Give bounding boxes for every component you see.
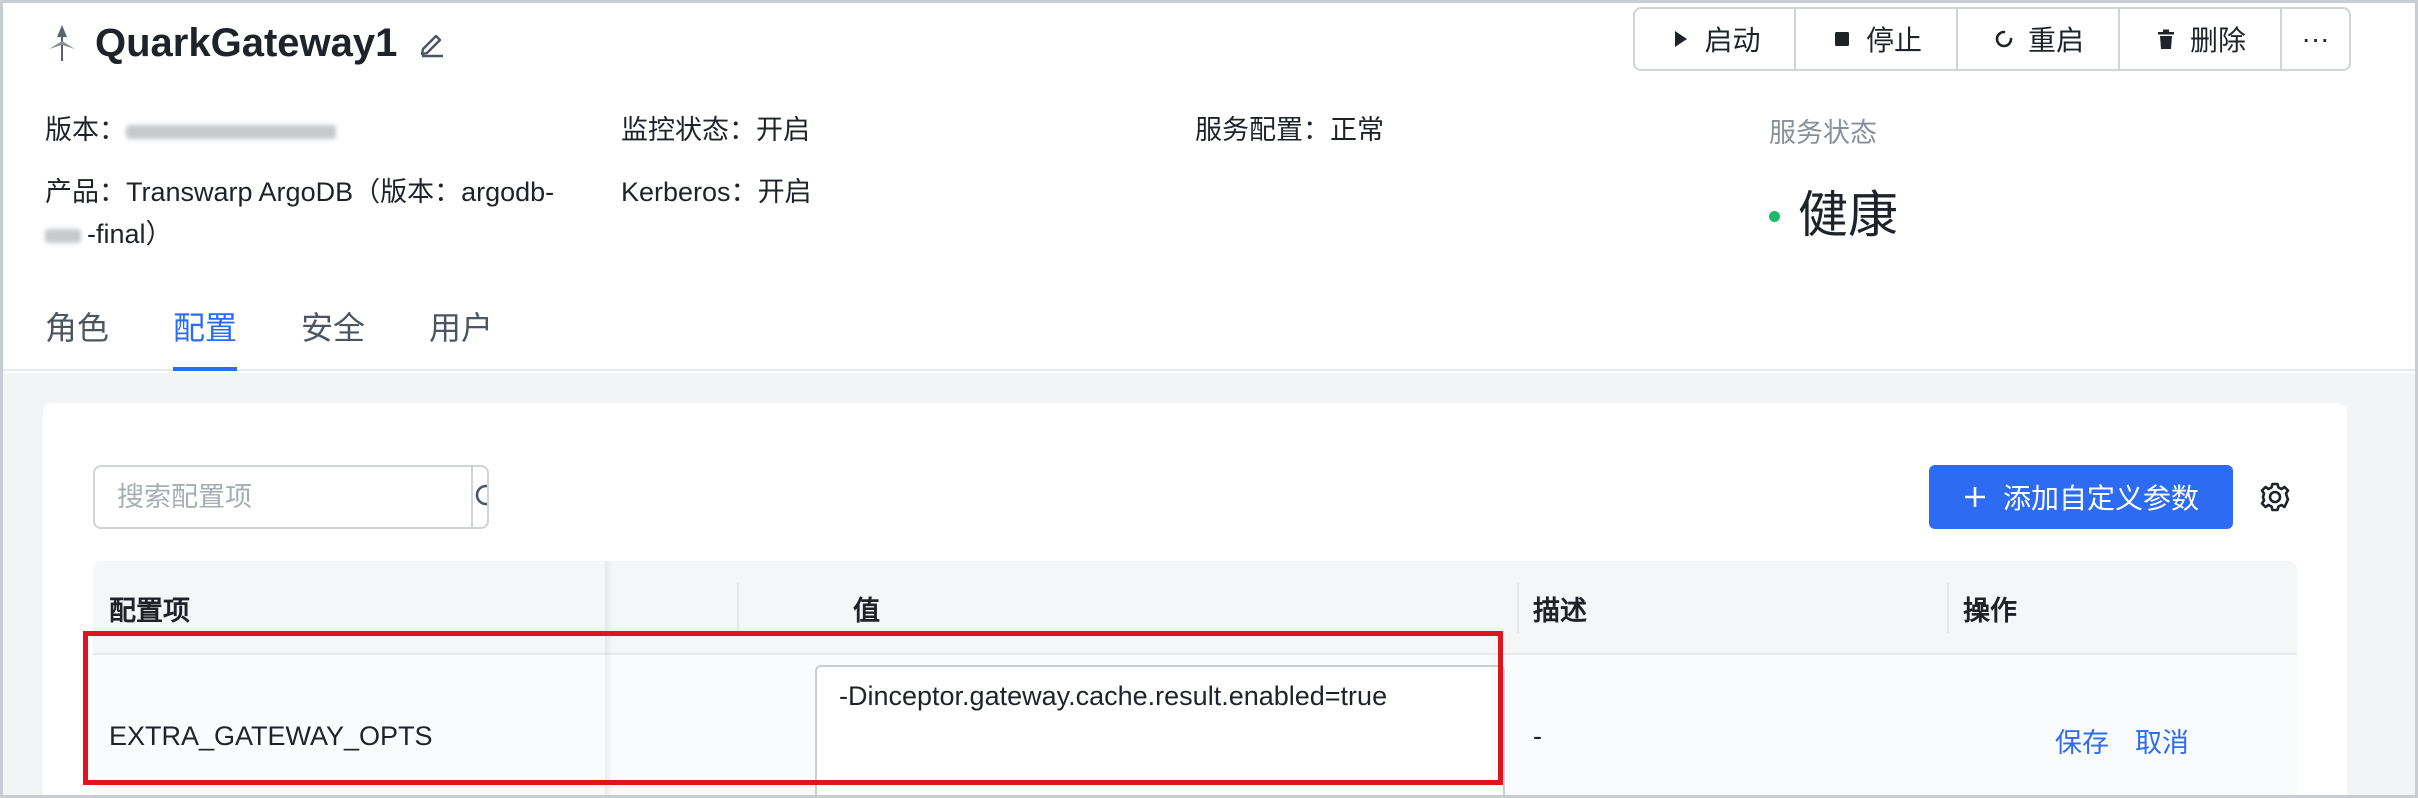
trash-icon <box>2157 29 2174 49</box>
tab-bar: 角色 配置 安全 用户 <box>45 303 557 371</box>
monitor-label: 监控状态： <box>621 115 756 145</box>
stop-icon <box>1834 32 1849 46</box>
action-button-group: 启动 停止 重启 删除 ··· <box>1633 7 2351 71</box>
product-label: 产品： <box>45 177 126 207</box>
config-name-cell: EXTRA_GATEWAY_OPTS <box>109 721 433 751</box>
product-value-line1: Transwarp ArgoDB（版本：argodb- <box>126 177 555 207</box>
product-value-line2: -final） <box>87 219 173 249</box>
start-label: 启动 <box>1704 25 1761 56</box>
service-header: QuarkGateway1 启动 停止 重启 删除 ··· 版本： 监控状态：开… <box>3 3 2415 371</box>
column-header-name: 配置项 <box>109 595 190 626</box>
save-link[interactable]: 保存 <box>2055 721 2109 760</box>
tab-roles[interactable]: 角色 <box>45 303 109 371</box>
restart-icon <box>1995 30 2013 48</box>
search-input[interactable] <box>95 467 471 527</box>
service-config-label: 服务配置： <box>1195 115 1330 145</box>
play-icon <box>1675 31 1688 47</box>
stop-button[interactable]: 停止 <box>1796 9 1958 69</box>
kerberos-value: 开启 <box>757 177 812 207</box>
delete-label: 删除 <box>2189 25 2246 56</box>
add-custom-param-label: 添加自定义参数 <box>2002 483 2199 514</box>
column-header-actions: 操作 <box>1963 595 2017 626</box>
more-button[interactable]: ··· <box>2282 9 2349 69</box>
monitor-info: 监控状态：开启 <box>621 109 810 151</box>
column-separator <box>1947 583 1949 633</box>
service-config-value: 正常 <box>1330 115 1384 145</box>
status-dot <box>1769 210 1780 222</box>
config-description-cell: - <box>1533 721 1542 751</box>
column-header-description: 描述 <box>1533 595 1587 626</box>
service-status-value: 健康 <box>1798 187 1898 243</box>
tab-users[interactable]: 用户 <box>429 303 493 371</box>
sticky-column-shadow <box>605 561 613 795</box>
table-row: EXTRA_GATEWAY_OPTS -Dinceptor.gateway.ca… <box>93 655 2297 795</box>
monitor-value: 开启 <box>756 115 810 145</box>
column-header-value: 值 <box>853 595 880 626</box>
restart-label: 重启 <box>2027 25 2084 56</box>
add-custom-param-button[interactable]: 添加自定义参数 <box>1929 465 2233 529</box>
config-card: 添加自定义参数 配置项 值 描述 操作 <box>43 403 2347 795</box>
title-row: QuarkGateway1 <box>45 17 447 69</box>
version-value-redacted <box>126 124 336 139</box>
config-value-textarea[interactable]: -Dinceptor.gateway.cache.result.enabled=… <box>815 665 1505 795</box>
column-separator <box>1517 583 1519 633</box>
service-status: 健康 <box>1769 175 1898 247</box>
config-value-text: -Dinceptor.gateway.cache.result.enabled=… <box>839 681 1388 711</box>
cancel-link[interactable]: 取消 <box>2135 721 2189 760</box>
delete-button[interactable]: 删除 <box>2120 9 2282 69</box>
content-area: 添加自定义参数 配置项 值 描述 操作 <box>3 373 2415 795</box>
column-separator <box>737 583 739 633</box>
product-version-redacted <box>45 228 81 243</box>
tab-security[interactable]: 安全 <box>301 303 365 371</box>
search-button[interactable] <box>471 467 487 527</box>
search-box <box>93 465 489 529</box>
more-icon: ··· <box>2301 23 2330 54</box>
version-label: 版本： <box>45 115 126 145</box>
edit-icon[interactable] <box>417 28 447 58</box>
kerberos-label: Kerberos： <box>621 177 758 207</box>
config-table: 配置项 值 描述 操作 EXTRA_GATEWAY_OPTS -Dincepto… <box>93 561 2297 795</box>
search-icon <box>475 484 487 506</box>
product-info: 产品：Transwarp ArgoDB（版本：argodb- -final） <box>45 171 605 255</box>
service-status-label: 服务状态 <box>1769 118 1877 148</box>
app-frame: QuarkGateway1 启动 停止 重启 删除 ··· 版本： 监控状态：开… <box>0 0 2418 798</box>
page-title: QuarkGateway1 <box>95 20 398 65</box>
restart-button[interactable]: 重启 <box>1958 9 2120 69</box>
table-header: 配置项 值 描述 操作 <box>93 561 2297 655</box>
service-config-info: 服务配置：正常 <box>1195 109 1384 151</box>
version-info: 版本： <box>45 109 346 151</box>
tab-config[interactable]: 配置 <box>173 303 238 371</box>
gateway-icon <box>49 25 75 61</box>
start-button[interactable]: 启动 <box>1635 9 1796 69</box>
kerberos-info: Kerberos：开启 <box>621 171 812 213</box>
plus-icon <box>1964 487 1985 507</box>
stop-label: 停止 <box>1865 25 1922 56</box>
gear-icon[interactable] <box>2257 479 2293 515</box>
